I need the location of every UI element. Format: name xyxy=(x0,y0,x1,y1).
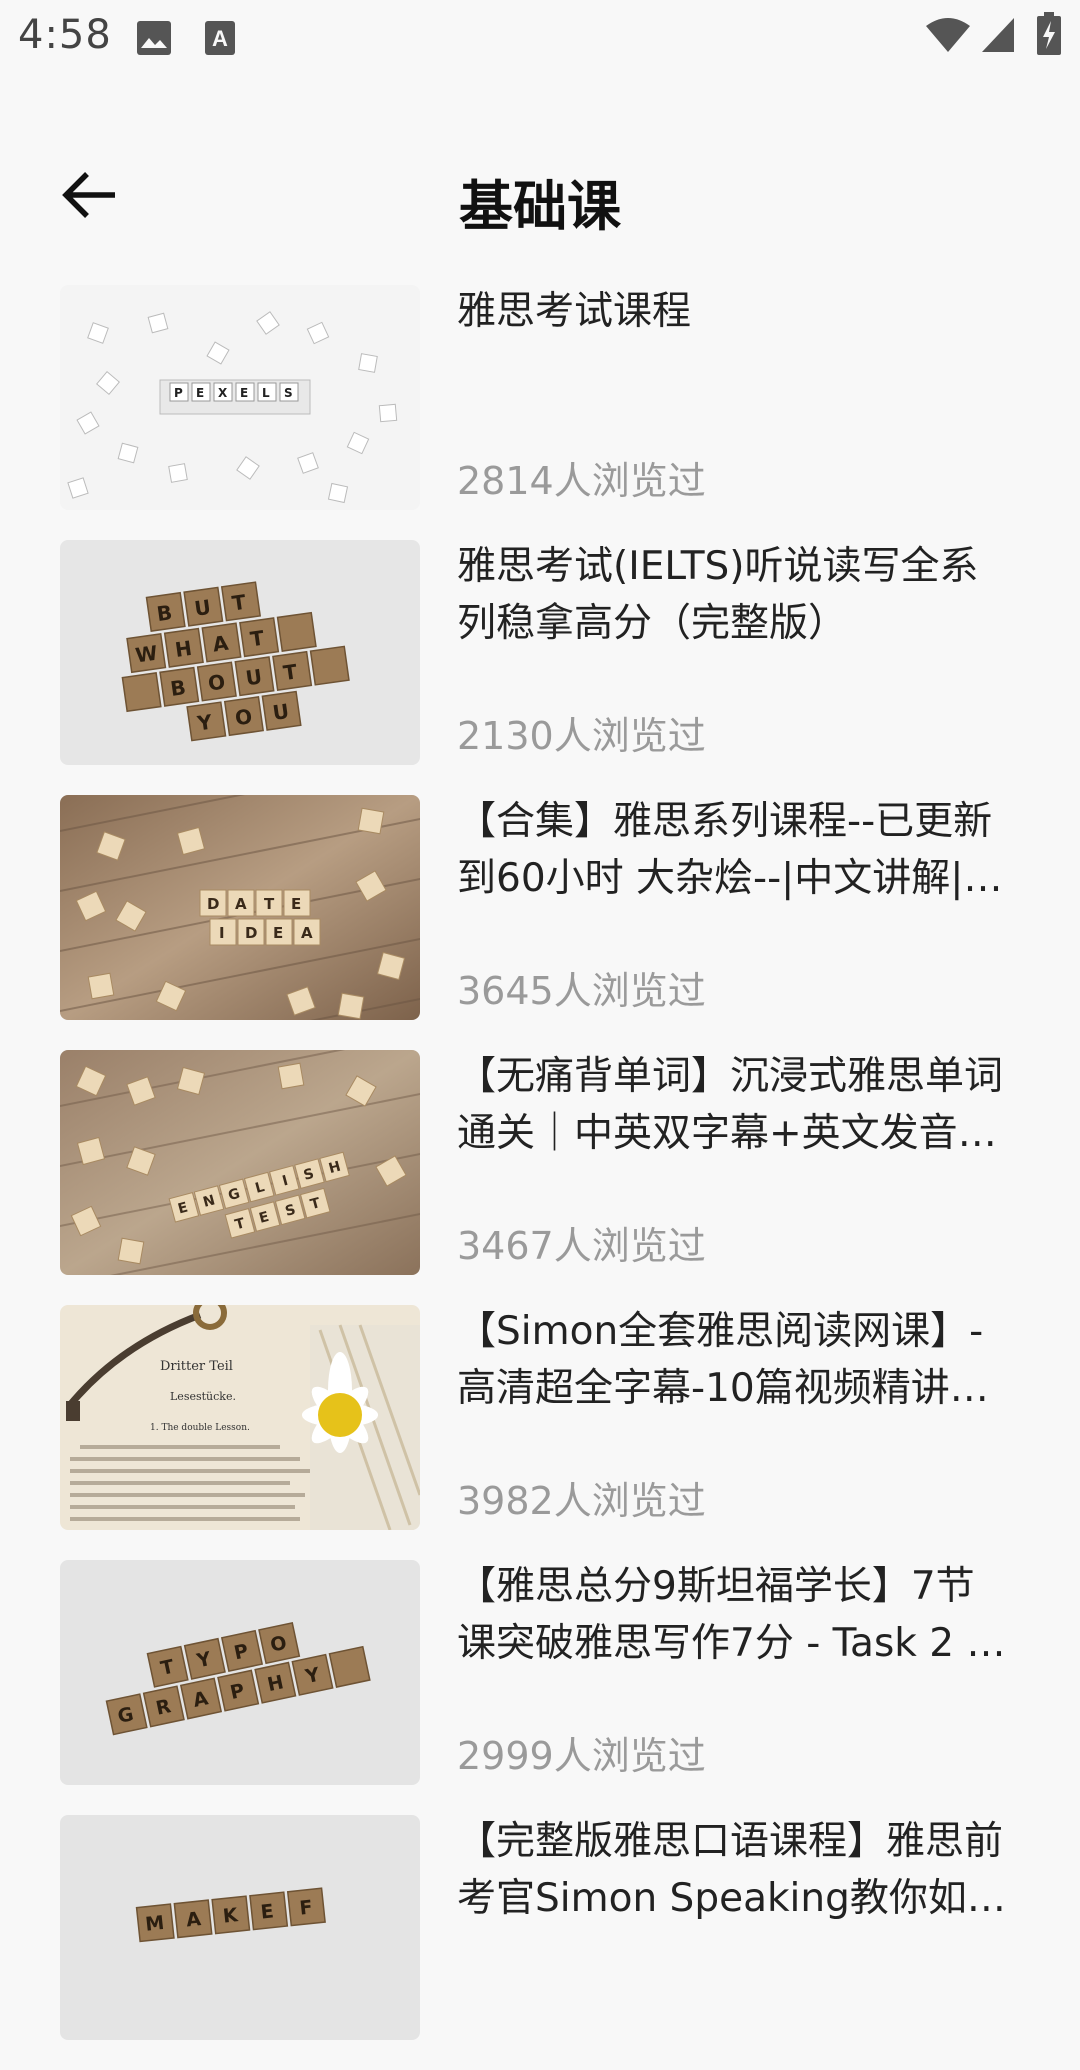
svg-text:H: H xyxy=(173,636,193,662)
svg-text:O: O xyxy=(206,669,226,695)
svg-text:W: W xyxy=(134,641,159,668)
course-item[interactable]: PEX ELS 雅思考试课程 2814人浏览过 xyxy=(0,285,1080,540)
course-title: 【雅思总分9斯坦福学长】7节课突破雅思写作7分 - Task 2 | Part xyxy=(457,1564,980,1666)
svg-text:Lesestücke.: Lesestücke. xyxy=(170,1390,236,1403)
svg-text:S: S xyxy=(284,386,293,400)
svg-text:U: U xyxy=(193,595,212,621)
svg-text:F: F xyxy=(298,1896,313,1919)
course-title: 【完整版雅思口语课程】雅思前考官Simon Speaking教你如何拿高分 xyxy=(457,1819,1006,1921)
svg-text:M: M xyxy=(144,1912,165,1936)
svg-text:L: L xyxy=(262,386,270,400)
course-thumbnail: MAKEF xyxy=(60,1815,420,2040)
keyboard-a-icon: A xyxy=(204,20,236,60)
course-title: 雅思考试(IELTS)听说读写全系列稳拿高分（完整版） xyxy=(457,544,979,646)
svg-text:A: A xyxy=(212,26,228,51)
svg-text:X: X xyxy=(218,386,228,400)
svg-text:P: P xyxy=(174,386,183,400)
course-views: 2814人浏览过 xyxy=(457,459,706,503)
course-views: 3467人浏览过 xyxy=(457,1224,706,1268)
course-item[interactable]: ENGLISH TEST 【无痛背单词】沉浸式雅思单词通关｜中英双字幕+英文发音… xyxy=(0,1050,1080,1305)
svg-text:A: A xyxy=(235,895,247,913)
course-title: 【无痛背单词】沉浸式雅思单词通关｜中英双字幕+英文发音*4遍 xyxy=(457,1054,1004,1156)
svg-text:T: T xyxy=(264,895,275,913)
course-thumbnail: Dritter Teil Lesestücke. 1. The double L… xyxy=(60,1305,420,1530)
image-icon xyxy=(136,20,172,60)
svg-text:O: O xyxy=(234,704,254,730)
battery-charging-icon xyxy=(1036,12,1062,60)
status-time: 4:58 xyxy=(18,12,112,58)
course-item[interactable]: MAKEF 【完整版雅思口语课程】雅思前考官Simon Speaking教你如何… xyxy=(0,1815,1080,2070)
svg-text:A: A xyxy=(301,924,313,942)
course-item[interactable]: TYPO GRAPHY 【雅思总分9斯坦福学长】7节课突破雅思写作7分 - Ta… xyxy=(0,1560,1080,1815)
svg-text:E: E xyxy=(273,924,283,942)
course-title: 【合集】雅思系列课程--已更新到60小时 大杂烩--|中文讲解|雅思考试 xyxy=(457,799,1003,901)
course-title: 雅思考试课程 xyxy=(457,289,692,334)
svg-text:U: U xyxy=(271,699,290,725)
course-views: 2130人浏览过 xyxy=(457,714,706,758)
course-thumbnail: BUT WHAT BOUT YOU xyxy=(60,540,420,765)
status-bar: 4:58 A xyxy=(0,0,1080,72)
course-thumbnail: ENGLISH TEST xyxy=(60,1050,420,1275)
course-item[interactable]: DATE IDEA 【合集】雅思系列课程--已更新到60小时 大杂烩--|中文讲… xyxy=(0,795,1080,1050)
svg-text:E: E xyxy=(291,895,301,913)
course-list: PEX ELS 雅思考试课程 2814人浏览过 BUT WHAT B O U T… xyxy=(0,285,1080,2070)
course-views: 2999人浏览过 xyxy=(457,1734,706,1778)
course-thumbnail: TYPO GRAPHY xyxy=(60,1560,420,1785)
course-title: 【Simon全套雅思阅读网课】-高清超全字幕-10篇视频精讲+配套 xyxy=(457,1309,984,1411)
course-item[interactable]: BUT WHAT BOUT YOU 雅思考试(IELTS)听说读写全系列稳拿高分… xyxy=(0,540,1080,795)
page-title: 基础课 xyxy=(459,175,621,238)
svg-text:U: U xyxy=(244,664,263,690)
svg-text:E: E xyxy=(196,386,204,400)
svg-text:I: I xyxy=(219,924,225,942)
svg-text:E: E xyxy=(260,1900,275,1923)
svg-text:D: D xyxy=(245,924,257,942)
app-header: 基础课 xyxy=(0,140,1080,250)
course-views: 3982人浏览过 xyxy=(457,1479,706,1523)
course-thumbnail: PEX ELS xyxy=(60,285,420,510)
svg-text:E: E xyxy=(240,386,248,400)
course-item[interactable]: Dritter Teil Lesestücke. 1. The double L… xyxy=(0,1305,1080,1560)
course-thumbnail: DATE IDEA xyxy=(60,795,420,1020)
wifi-icon xyxy=(924,16,972,58)
svg-text:Dritter Teil: Dritter Teil xyxy=(160,1359,233,1374)
svg-text:1. The double Lesson.: 1. The double Lesson. xyxy=(150,1423,250,1433)
signal-icon xyxy=(980,16,1016,58)
svg-text:D: D xyxy=(207,895,219,913)
course-views: 3645人浏览过 xyxy=(457,969,706,1013)
